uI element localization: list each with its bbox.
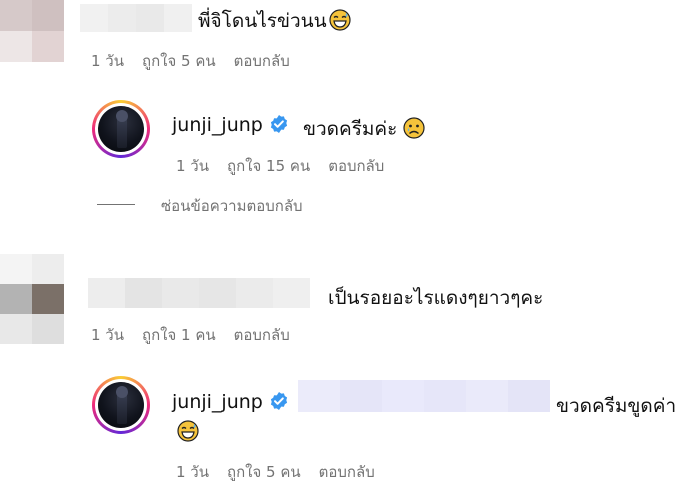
comment-time: 1 วัน <box>91 52 124 70</box>
verified-badge-icon <box>270 115 287 133</box>
blurred-avatar[interactable] <box>0 0 64 62</box>
blurred-username[interactable] <box>80 4 192 32</box>
like-count[interactable]: ถูกใจ 5 คน <box>227 460 301 484</box>
blurred-avatar[interactable] <box>0 254 64 344</box>
reply-button[interactable]: ตอบกลับ <box>319 460 375 484</box>
comment-meta: 1 วัน ถูกใจ 5 คน ตอบกลับ <box>91 49 290 73</box>
hide-replies-button[interactable]: ซ่อนข้อความตอบกลับ <box>161 194 303 218</box>
reply-text: ขวดครีมค่ะ <box>303 114 426 144</box>
reply-meta: 1 วัน ถูกใจ 15 คน ตอบกลับ <box>176 154 384 178</box>
reply-button[interactable]: ตอบกลับ <box>328 154 384 178</box>
reply-time: 1 วัน <box>176 463 209 481</box>
like-count[interactable]: ถูกใจ 1 คน <box>142 323 216 347</box>
avatar[interactable] <box>92 100 150 158</box>
like-count[interactable]: ถูกใจ 15 คน <box>227 154 310 178</box>
comment-text: พี่จิโดนไรข่วนน <box>198 6 351 36</box>
grin-sweat-emoji <box>177 420 199 442</box>
hide-replies-line <box>97 204 135 205</box>
sad-face-emoji <box>403 117 426 139</box>
reply-button[interactable]: ตอบกลับ <box>234 49 290 73</box>
reply-text: ขวดครีมขูดค่า <box>556 395 677 417</box>
blurred-mention[interactable] <box>298 380 550 412</box>
comment-time: 1 วัน <box>91 326 124 344</box>
reply-time: 1 วัน <box>176 157 209 175</box>
avatar[interactable] <box>92 376 150 434</box>
verified-badge-icon <box>270 392 287 410</box>
grin-sweat-emoji <box>328 9 351 31</box>
comment-text: เป็นรอยอะไรแดงๆยาวๆคะ <box>328 287 544 309</box>
reply-meta: 1 วัน ถูกใจ 5 คน ตอบกลับ <box>176 460 375 484</box>
reply-button[interactable]: ตอบกลับ <box>234 323 290 347</box>
blurred-username[interactable] <box>88 278 310 308</box>
comment-meta: 1 วัน ถูกใจ 1 คน ตอบกลับ <box>91 323 290 347</box>
reply-username[interactable]: junji_junp <box>172 114 289 136</box>
reply-username[interactable]: junji_junp <box>172 391 289 413</box>
like-count[interactable]: ถูกใจ 5 คน <box>142 49 216 73</box>
